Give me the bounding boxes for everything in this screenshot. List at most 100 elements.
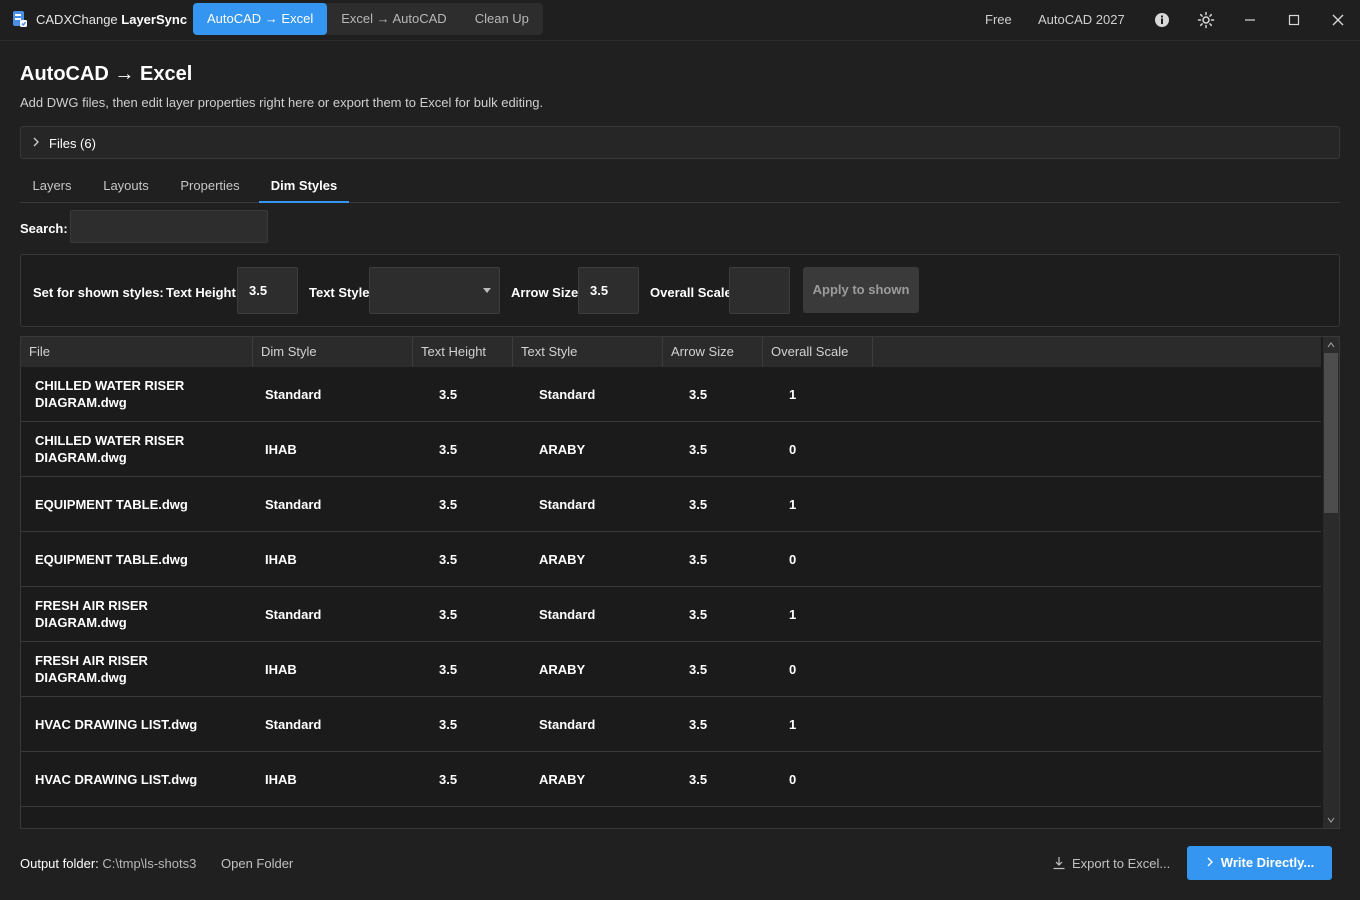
files-expander[interactable]: Files (6): [20, 126, 1340, 159]
cell-text-style[interactable]: Standard: [539, 387, 595, 402]
arrow-size-input[interactable]: 3.5: [578, 267, 639, 314]
column-header-arrow-size[interactable]: Arrow Size: [663, 337, 763, 367]
cell-text-height[interactable]: 3.5: [439, 717, 457, 732]
apply-to-shown-button[interactable]: Apply to shown: [803, 267, 919, 313]
text-height-label: Text Height: [166, 285, 236, 300]
scroll-up-icon[interactable]: [1327, 341, 1335, 349]
tab-layers[interactable]: Layers: [20, 170, 84, 201]
version-label[interactable]: AutoCAD 2027: [1038, 0, 1125, 40]
cell-dim-style[interactable]: Standard: [265, 607, 321, 622]
table-row[interactable]: EQUIPMENT TABLE.dwg IHAB 3.5 ARABY 3.5 0: [21, 532, 1321, 587]
close-icon[interactable]: [1328, 10, 1348, 30]
open-folder-button[interactable]: Open Folder: [221, 856, 293, 871]
cell-text-style[interactable]: ARABY: [539, 552, 585, 567]
table-row[interactable]: HVAC DRAWING LIST.dwg IHAB 3.5 ARABY 3.5 0: [21, 752, 1321, 807]
cell-arrow-size[interactable]: 3.5: [689, 497, 707, 512]
export-to-excel-button[interactable]: Export to Excel...: [1052, 856, 1170, 871]
cell-file[interactable]: CHILLED WATER RISER DIAGRAM.dwg: [35, 432, 225, 466]
theme-sun-icon[interactable]: [1196, 10, 1216, 30]
cell-text-style[interactable]: Standard: [539, 717, 595, 732]
cell-arrow-size[interactable]: 3.5: [689, 662, 707, 677]
cell-text-height[interactable]: 3.5: [439, 497, 457, 512]
scroll-thumb[interactable]: [1324, 353, 1338, 513]
app-logo-icon: [13, 11, 27, 27]
cell-overall-scale[interactable]: 1: [789, 717, 796, 732]
cell-file[interactable]: FRESH AIR RISER DIAGRAM.dwg: [35, 597, 225, 631]
cell-text-style[interactable]: ARABY: [539, 442, 585, 457]
cell-text-height[interactable]: 3.5: [439, 442, 457, 457]
cell-overall-scale[interactable]: 0: [789, 662, 796, 677]
dropdown-arrow-icon: [483, 288, 491, 293]
cell-overall-scale[interactable]: 1: [789, 607, 796, 622]
cell-overall-scale[interactable]: 0: [789, 772, 796, 787]
cell-text-height[interactable]: 3.5: [439, 387, 457, 402]
column-header-text-height[interactable]: Text Height: [413, 337, 513, 367]
cell-overall-scale[interactable]: 1: [789, 387, 796, 402]
cell-dim-style[interactable]: IHAB: [265, 442, 297, 457]
column-header-text-style[interactable]: Text Style: [513, 337, 663, 367]
text-height-input[interactable]: 3.5: [237, 267, 298, 314]
cell-text-style[interactable]: Standard: [539, 607, 595, 622]
output-folder-path: C:\tmp\ls-shots3: [102, 856, 197, 871]
write-directly-button[interactable]: Write Directly...: [1187, 846, 1332, 880]
info-icon[interactable]: [1152, 10, 1172, 30]
cell-overall-scale[interactable]: 1: [789, 497, 796, 512]
table-row[interactable]: FRESH AIR RISER DIAGRAM.dwg Standard 3.5 St…: [21, 587, 1321, 642]
plan-label[interactable]: Free: [985, 0, 1012, 40]
cell-file[interactable]: EQUIPMENT TABLE.dwg: [35, 496, 225, 513]
mode-tab-clean-up[interactable]: Clean Up: [461, 3, 543, 35]
cell-dim-style[interactable]: IHAB: [265, 662, 297, 677]
maximize-icon[interactable]: [1284, 10, 1304, 30]
text-style-select[interactable]: [369, 267, 500, 314]
cell-text-style[interactable]: Standard: [539, 497, 595, 512]
scroll-down-icon[interactable]: [1327, 816, 1335, 824]
cell-text-height[interactable]: 3.5: [439, 772, 457, 787]
bulk-set-label: Set for shown styles:: [33, 285, 164, 300]
cell-text-style[interactable]: ARABY: [539, 772, 585, 787]
cell-dim-style[interactable]: Standard: [265, 497, 321, 512]
dim-styles-table: File Dim Style Text Height Text Style Ar…: [20, 336, 1340, 829]
column-header-dim-style[interactable]: Dim Style: [253, 337, 413, 367]
cell-text-style[interactable]: ARABY: [539, 662, 585, 677]
cell-text-height[interactable]: 3.5: [439, 552, 457, 567]
cell-file[interactable]: EQUIPMENT TABLE.dwg: [35, 551, 225, 568]
cell-arrow-size[interactable]: 3.5: [689, 387, 707, 402]
output-folder: Output folder: C:\tmp\ls-shots3: [20, 856, 196, 871]
cell-arrow-size[interactable]: 3.5: [689, 442, 707, 457]
table-row[interactable]: EQUIPMENT TABLE.dwg Standard 3.5 Standard 3.…: [21, 477, 1321, 532]
table-row[interactable]: HVAC DRAWING LIST.dwg Standard 3.5 Standard…: [21, 697, 1321, 752]
cell-text-height[interactable]: 3.5: [439, 607, 457, 622]
arrow-size-label: Arrow Size: [511, 285, 579, 300]
cell-dim-style[interactable]: IHAB: [265, 552, 297, 567]
cell-arrow-size[interactable]: 3.5: [689, 772, 707, 787]
cell-arrow-size[interactable]: 3.5: [689, 552, 707, 567]
mode-tab-autocad-to-excel[interactable]: AutoCAD → Excel: [193, 3, 328, 35]
table-row[interactable]: CHILLED WATER RISER DIAGRAM.dwg Standard 3…: [21, 367, 1321, 422]
tab-bar: Layers Layouts Properties Dim Styles: [20, 170, 1340, 203]
page-title: AutoCAD → Excel: [20, 63, 193, 85]
cell-file[interactable]: HVAC DRAWING LIST.dwg: [35, 771, 225, 788]
table-row[interactable]: CHILLED WATER RISER DIAGRAM.dwg IHAB 3.5 AR…: [21, 422, 1321, 477]
cell-file[interactable]: CHILLED WATER RISER DIAGRAM.dwg: [35, 377, 225, 411]
cell-dim-style[interactable]: Standard: [265, 387, 321, 402]
mode-tab-excel-to-autocad[interactable]: Excel → AutoCAD: [327, 3, 461, 35]
overall-scale-input[interactable]: [729, 267, 790, 314]
cell-overall-scale[interactable]: 0: [789, 442, 796, 457]
tab-layouts[interactable]: Layouts: [90, 170, 162, 201]
search-input[interactable]: [70, 210, 268, 243]
cell-dim-style[interactable]: IHAB: [265, 772, 297, 787]
table-row[interactable]: FRESH AIR RISER DIAGRAM.dwg IHAB 3.5 ARABY 3…: [21, 642, 1321, 697]
tab-dim-styles[interactable]: Dim Styles: [259, 170, 349, 203]
table-scrollbar[interactable]: [1323, 337, 1339, 828]
cell-arrow-size[interactable]: 3.5: [689, 607, 707, 622]
column-header-overall-scale[interactable]: Overall Scale: [763, 337, 873, 367]
minimize-icon[interactable]: [1240, 10, 1260, 30]
cell-file[interactable]: FRESH AIR RISER DIAGRAM.dwg: [35, 652, 225, 686]
cell-file[interactable]: HVAC DRAWING LIST.dwg: [35, 716, 225, 733]
cell-dim-style[interactable]: Standard: [265, 717, 321, 732]
column-header-file[interactable]: File: [21, 337, 253, 367]
cell-arrow-size[interactable]: 3.5: [689, 717, 707, 732]
cell-text-height[interactable]: 3.5: [439, 662, 457, 677]
cell-overall-scale[interactable]: 0: [789, 552, 796, 567]
tab-properties[interactable]: Properties: [168, 170, 252, 201]
